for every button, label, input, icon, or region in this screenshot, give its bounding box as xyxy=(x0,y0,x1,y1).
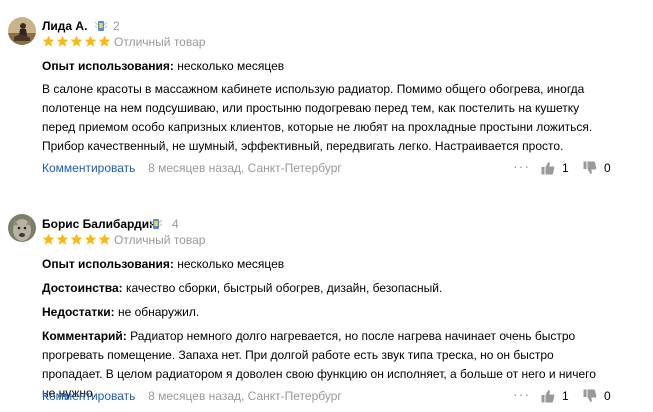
cons-label: Недостатки: xyxy=(42,305,115,319)
star-icon xyxy=(84,233,97,245)
thumbs-up-icon xyxy=(541,390,555,403)
author-name[interactable]: Борис Балибардин xyxy=(42,217,156,231)
pros-row: Достоинства: качество сборки, быстрый об… xyxy=(42,280,612,297)
cons-row: Недостатки: не обнаружил. xyxy=(42,304,612,321)
star-icon xyxy=(98,233,111,245)
experience-label: Опыт использования: xyxy=(42,257,174,271)
medal-badge-icon xyxy=(149,219,163,229)
dislike-count: 0 xyxy=(604,389,611,403)
star-icon xyxy=(42,233,55,245)
avatar-photo-icon xyxy=(8,214,36,242)
thumbs-down-icon xyxy=(583,389,597,402)
review-meta: Комментировать 8 месяцев назад, Санкт-Пе… xyxy=(42,389,342,403)
pros-label: Достоинства: xyxy=(42,281,123,295)
cons-value: не обнаружил. xyxy=(117,305,200,319)
like-button[interactable]: 1 xyxy=(541,389,569,403)
rating-label: Отличный товар xyxy=(114,233,206,247)
date-location: 8 месяцев назад, Санкт-Петербург xyxy=(148,389,342,403)
review-card: Борис Балибардин 4 Отличный товар Опыт и… xyxy=(0,0,653,412)
comment-label: Комментарий: xyxy=(42,329,127,343)
pros-value: качество сборки, быстрый обогрев, дизайн… xyxy=(126,281,443,295)
rating-stars xyxy=(42,233,111,247)
star-icon xyxy=(56,233,69,245)
dislike-button[interactable]: 0 xyxy=(583,389,611,403)
comment-link[interactable]: Комментировать xyxy=(42,389,135,403)
like-count: 1 xyxy=(562,389,569,403)
avatar[interactable] xyxy=(8,214,36,242)
experience-row: Опыт использования: несколько месяцев xyxy=(42,256,612,273)
experience-value: несколько месяцев xyxy=(177,257,285,271)
badge-count: 4 xyxy=(172,217,179,231)
more-dots-icon[interactable]: ··· xyxy=(513,386,530,402)
star-icon xyxy=(70,233,83,245)
